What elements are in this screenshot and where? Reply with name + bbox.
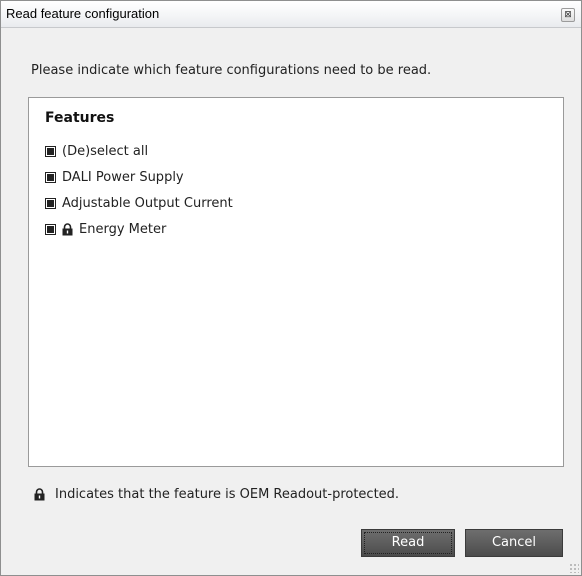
resize-grip-icon[interactable] (569, 563, 579, 573)
window-title: Read feature configuration (6, 6, 160, 21)
features-panel: Features (De)select all DALI Power Suppl… (28, 97, 564, 467)
dialog-window: Read feature configuration ⊠ Please indi… (0, 0, 582, 576)
feature-label: Adjustable Output Current (62, 195, 233, 211)
feature-label: (De)select all (62, 143, 149, 159)
checkbox[interactable] (45, 171, 56, 183)
feature-label: Energy Meter (79, 221, 167, 237)
protection-legend: Indicates that the feature is OEM Readou… (34, 487, 399, 502)
lock-icon (34, 488, 45, 501)
feature-item-adjustable-output-current[interactable]: Adjustable Output Current (45, 194, 233, 212)
features-heading: Features (45, 110, 115, 126)
feature-label: DALI Power Supply (62, 169, 184, 185)
read-button[interactable]: Read (361, 529, 455, 557)
feature-item-dali-power-supply[interactable]: DALI Power Supply (45, 168, 233, 186)
lock-icon (62, 222, 73, 235)
close-icon[interactable]: ⊠ (561, 8, 575, 22)
instruction-text: Please indicate which feature configurat… (31, 63, 432, 78)
cancel-button[interactable]: Cancel (465, 529, 563, 557)
checkbox[interactable] (45, 197, 56, 209)
feature-item-energy-meter[interactable]: Energy Meter (45, 220, 233, 238)
protection-legend-text: Indicates that the feature is OEM Readou… (55, 487, 400, 502)
feature-item-deselect-all[interactable]: (De)select all (45, 142, 233, 160)
feature-list: (De)select all DALI Power Supply Adjusta… (45, 142, 233, 246)
checkbox[interactable] (45, 223, 56, 235)
checkbox[interactable] (45, 145, 56, 157)
title-bar[interactable]: Read feature configuration ⊠ (1, 1, 581, 28)
